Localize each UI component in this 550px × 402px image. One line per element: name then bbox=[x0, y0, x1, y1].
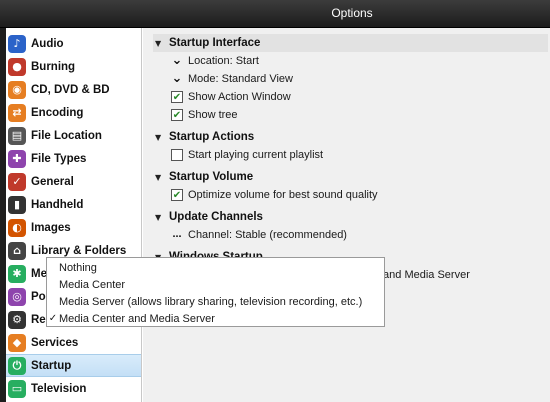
checkbox-checked-icon[interactable]: ✔ bbox=[171, 91, 183, 103]
images-icon: ◐ bbox=[8, 218, 26, 237]
section-header[interactable]: ▼ Startup Volume bbox=[155, 168, 550, 186]
startup-mode-dropdown-list[interactable]: Nothing Media Center Media Server (allows … bbox=[46, 257, 385, 327]
sidebar-item-startup[interactable]: ⏻ Startup bbox=[6, 354, 141, 377]
checkbox-unchecked-icon[interactable] bbox=[171, 149, 183, 161]
services-icon: ◆ bbox=[8, 333, 26, 352]
checkbox-checked-icon[interactable]: ✔ bbox=[171, 189, 183, 201]
podcast-icon: ◎ bbox=[8, 287, 26, 306]
checkmark-icon: ✓ bbox=[48, 313, 58, 324]
collapse-triangle-icon[interactable]: ▼ bbox=[155, 39, 169, 48]
sidebar-item-file-types[interactable]: ✚ File Types bbox=[6, 147, 141, 170]
sidebar-item-cd-dvd-bd[interactable]: ◉ CD, DVD & BD bbox=[6, 78, 141, 101]
cd-icon: ◉ bbox=[8, 80, 26, 99]
sidebar-item-label: Burning bbox=[31, 60, 76, 73]
sidebar-item-label: CD, DVD & BD bbox=[31, 83, 110, 96]
television-icon: ▭ bbox=[8, 379, 26, 398]
collapse-triangle-icon[interactable]: ▼ bbox=[155, 173, 169, 182]
option-label: Show tree bbox=[188, 109, 238, 121]
sidebar-item-label: Audio bbox=[31, 37, 64, 50]
option-row[interactable]: ✔ Optimize volume for best sound quality bbox=[155, 186, 550, 204]
sidebar-item-label: Handheld bbox=[31, 198, 84, 211]
option-label: Location: Start bbox=[188, 55, 259, 67]
sidebar-item-burning[interactable]: ● Burning bbox=[6, 55, 141, 78]
option-row[interactable]: ✔ Show tree bbox=[155, 106, 550, 124]
option-label: Channel: Stable (recommended) bbox=[188, 229, 347, 241]
ellipsis-icon[interactable]: … bbox=[171, 229, 183, 241]
sidebar-item-services[interactable]: ◆ Services bbox=[6, 331, 141, 354]
option-label: Show Action Window bbox=[188, 91, 291, 103]
sidebar-item-encoding[interactable]: ⇄ Encoding bbox=[6, 101, 141, 124]
dropdown-option-label: Nothing bbox=[59, 261, 97, 274]
option-row[interactable]: ⌄ Mode: Standard View bbox=[155, 70, 550, 88]
sidebar-item-handheld[interactable]: ▮ Handheld bbox=[6, 193, 141, 216]
dropdown-option[interactable]: ✓ Media Center and Media Server bbox=[47, 310, 384, 327]
music-note-icon: ♪ bbox=[8, 34, 26, 53]
encoding-icon: ⇄ bbox=[8, 103, 26, 122]
library-icon: ⌂ bbox=[8, 241, 26, 260]
section-title: Startup Actions bbox=[169, 131, 255, 143]
sidebar-item-label: File Location bbox=[31, 129, 102, 142]
sidebar-item-label: Television bbox=[31, 382, 87, 395]
dropdown-option[interactable]: Nothing bbox=[47, 259, 384, 276]
puzzle-icon: ✚ bbox=[8, 149, 26, 168]
option-label: Mode: Standard View bbox=[188, 73, 293, 85]
option-label: Optimize volume for best sound quality bbox=[188, 189, 378, 201]
network-icon: ✱ bbox=[8, 264, 26, 283]
section-title: Startup Volume bbox=[169, 171, 254, 183]
section-title: Startup Interface bbox=[169, 37, 261, 49]
dropdown-option[interactable]: Media Server (allows library sharing, te… bbox=[47, 293, 384, 310]
section-header[interactable]: ▼ Update Channels bbox=[155, 208, 550, 226]
general-icon: ✓ bbox=[8, 172, 26, 191]
sidebar-item-label: Services bbox=[31, 336, 79, 349]
option-row[interactable]: ⌄ Location: Start bbox=[155, 52, 550, 70]
sidebar-item-label: Library & Folders bbox=[31, 244, 127, 257]
sidebar-item-label: Startup bbox=[31, 359, 72, 372]
sidebar-item-general[interactable]: ✓ General bbox=[6, 170, 141, 193]
option-row[interactable]: ✔ Show Action Window bbox=[155, 88, 550, 106]
title-bar: Options bbox=[0, 0, 550, 28]
chevron-down-icon[interactable]: ⌄ bbox=[171, 54, 183, 67]
sidebar-item-audio[interactable]: ♪ Audio bbox=[6, 32, 141, 55]
options-sidebar: ♪ Audio ● Burning ◉ CD, DVD & BD ⇄ Encoding ▤ Fil… bbox=[6, 28, 142, 402]
file-location-icon: ▤ bbox=[8, 126, 26, 145]
sidebar-item-television[interactable]: ▭ Television bbox=[6, 377, 141, 400]
dropdown-option[interactable]: Media Center bbox=[47, 276, 384, 293]
option-label: Start playing current playlist bbox=[188, 149, 324, 161]
collapse-triangle-icon[interactable]: ▼ bbox=[155, 213, 169, 222]
handheld-icon: ▮ bbox=[8, 195, 26, 214]
option-row[interactable]: Start playing current playlist bbox=[155, 146, 550, 164]
section-header[interactable]: ▼ Startup Actions bbox=[155, 128, 550, 146]
options-panel: ▼ Startup Interface ⌄ Location: Start ⌄ Mode:… bbox=[143, 28, 550, 402]
section-title: Update Channels bbox=[169, 211, 263, 223]
chevron-down-icon[interactable]: ⌄ bbox=[171, 72, 183, 85]
sidebar-item-label: Images bbox=[31, 221, 71, 234]
collapse-triangle-icon[interactable]: ▼ bbox=[155, 133, 169, 142]
disc-burn-icon: ● bbox=[8, 57, 26, 76]
sidebar-item-label: File Types bbox=[31, 152, 87, 165]
window-title: Options bbox=[331, 6, 373, 20]
sidebar-item-label: Encoding bbox=[31, 106, 84, 119]
sidebar-item-images[interactable]: ◐ Images bbox=[6, 216, 141, 239]
dropdown-option-label: Media Center bbox=[59, 278, 126, 291]
section-header[interactable]: ▼ Startup Interface bbox=[153, 34, 548, 52]
remote-icon: ⚙ bbox=[8, 310, 26, 329]
power-icon: ⏻ bbox=[8, 356, 26, 375]
dropdown-option-label: Media Server (allows library sharing, te… bbox=[59, 295, 363, 308]
option-row[interactable]: … Channel: Stable (recommended) bbox=[155, 226, 550, 244]
dropdown-option-label: Media Center and Media Server bbox=[59, 312, 215, 325]
sidebar-item-file-location[interactable]: ▤ File Location bbox=[6, 124, 141, 147]
checkbox-checked-icon[interactable]: ✔ bbox=[171, 109, 183, 121]
sidebar-item-label: General bbox=[31, 175, 74, 188]
